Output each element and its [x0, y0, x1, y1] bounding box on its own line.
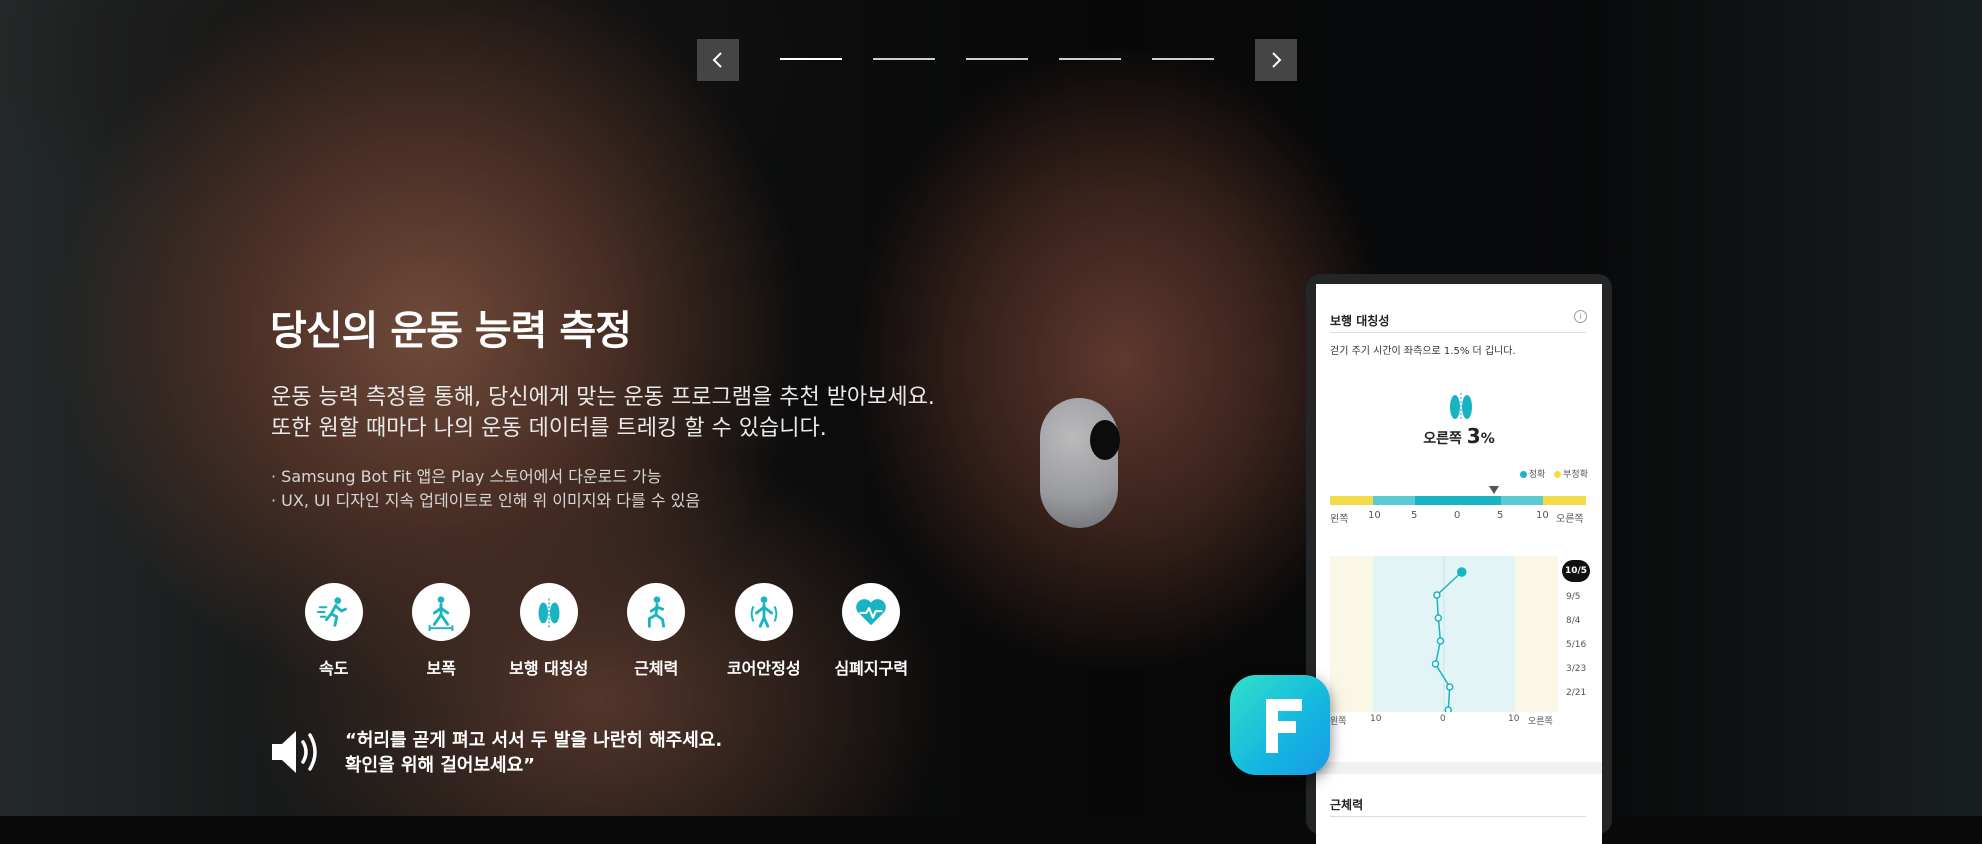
scale-marker — [1489, 486, 1499, 494]
section-subtitle: 걷기 주기 시간이 좌측으로 1.5% 더 깁니다. — [1330, 346, 1516, 357]
date-item[interactable]: 8/4 — [1566, 616, 1580, 626]
feature-muscle-strength: 근체력 — [603, 583, 711, 679]
footnote: · UX, UI 디자인 지속 업데이트로 인해 위 이미지와 다를 수 있음 — [271, 491, 701, 510]
feature-label: 코어안정성 — [726, 659, 801, 678]
feature-label: 속도 — [319, 659, 349, 678]
scale-segment — [1415, 496, 1459, 505]
scale-label: 5 — [1497, 510, 1504, 521]
legend-label: 정확 — [1528, 470, 1546, 480]
page-title: 당신의 운동 능력 측정 — [270, 308, 632, 354]
scale-segment — [1543, 496, 1587, 505]
result-readout: 오른쪽 3% — [1316, 424, 1602, 448]
trend-point — [1436, 637, 1445, 645]
scale-segment — [1458, 496, 1501, 505]
description: 운동 능력 측정을 통해, 당신에게 맞는 운동 프로그램을 추천 받아보세요.… — [271, 382, 935, 444]
trend-axis-label: 오른쪽 — [1528, 717, 1553, 727]
speaker-icon — [272, 731, 317, 773]
carousel-indicator-4[interactable] — [1059, 58, 1121, 60]
app-logo-icon — [1230, 675, 1330, 775]
trend-point — [1434, 614, 1443, 622]
date-item[interactable]: 3/23 — [1566, 664, 1586, 674]
scale-label: 10 — [1536, 510, 1549, 521]
scale-label: 5 — [1411, 510, 1418, 521]
feature-label: 보행 대칭성 — [509, 659, 589, 678]
feature-gait-symmetry: 보행 대칭성 — [495, 583, 603, 679]
trend-point — [1445, 683, 1454, 691]
scale-label: 왼쪽 — [1330, 514, 1349, 525]
carousel-next-button[interactable] — [1255, 39, 1297, 81]
legend-inaccurate-dot — [1554, 471, 1562, 478]
date-item[interactable]: 9/5 — [1566, 592, 1580, 602]
scale-label: 10 — [1368, 510, 1381, 521]
date-item[interactable]: 2/21 — [1566, 688, 1586, 698]
voice-prompt-line: “허리를 곧게 펴고 서서 두 발을 나란히 해주세요. — [345, 730, 723, 751]
trend-axis-label: 0 — [1440, 714, 1446, 724]
lunge-icon — [627, 583, 686, 641]
symmetry-scale-bar — [1330, 496, 1587, 505]
carousel-prev-button[interactable] — [697, 39, 739, 81]
feature-label: 근체력 — [634, 659, 679, 678]
divider — [1330, 332, 1586, 333]
date-item[interactable]: 5/16 — [1566, 640, 1586, 650]
voice-prompt-line: 확인을 위해 걸어보세요” — [345, 755, 535, 776]
chevron-left-icon — [712, 52, 722, 68]
next-section-title: 근체력 — [1330, 798, 1364, 812]
stride-icon — [412, 583, 471, 641]
divider — [1330, 816, 1586, 817]
trend-point — [1457, 567, 1467, 577]
footnotes: · Samsung Bot Fit 앱은 Play 스토어에서 다운로드 가능 … — [271, 465, 700, 513]
feature-label: 보폭 — [426, 659, 456, 678]
heart-rate-icon — [842, 583, 901, 641]
voice-prompt: “허리를 곧게 펴고 서서 두 발을 나란히 해주세요. 확인을 위해 걸어보세… — [345, 728, 722, 778]
scale-label: 오른쪽 — [1556, 514, 1584, 525]
trend-point — [1444, 706, 1453, 712]
feature-stride: 보폭 — [388, 583, 496, 679]
footprints-icon — [1450, 393, 1472, 421]
phone-mockup: 보행 대칭성 i 걷기 주기 시간이 좌측으로 1.5% 더 깁니다. 오른쪽 … — [1306, 274, 1612, 844]
section-gap — [1316, 762, 1602, 774]
carousel-indicator-1[interactable] — [780, 58, 842, 60]
core-stability-icon — [734, 583, 793, 641]
footnote: · Samsung Bot Fit 앱은 Play 스토어에서 다운로드 가능 — [271, 467, 662, 486]
footprints-icon — [519, 583, 578, 641]
scale-label: 0 — [1454, 510, 1461, 521]
carousel-indicator-3[interactable] — [966, 58, 1028, 60]
legend-accurate-dot — [1519, 471, 1527, 478]
phone-screen: 보행 대칭성 i 걷기 주기 시간이 좌측으로 1.5% 더 깁니다. 오른쪽 … — [1316, 284, 1602, 844]
feature-label: 심폐지구력 — [834, 659, 909, 678]
info-icon: i — [1574, 310, 1587, 323]
trend-axis-label: 왼쪽 — [1330, 717, 1347, 727]
trend-point — [1433, 591, 1441, 599]
feature-speed: 속도 — [280, 583, 388, 679]
scale-segment — [1500, 496, 1544, 505]
description-line: 또한 원할 때마다 나의 운동 데이터를 트레킹 할 수 있습니다. — [271, 416, 827, 441]
scale-segment — [1330, 496, 1373, 505]
section-title: 보행 대칭성 — [1330, 314, 1390, 328]
result-side: 오른쪽 — [1423, 431, 1462, 447]
legend-label: 부정확 — [1563, 470, 1588, 480]
result-unit: % — [1480, 431, 1495, 447]
legend: 정확 부정확 — [1514, 467, 1588, 480]
date-item[interactable]: 10/5 — [1562, 560, 1591, 582]
carousel-indicator-5[interactable] — [1152, 58, 1214, 60]
feature-cardio: 심폐지구력 — [818, 583, 926, 679]
feature-list: 속도 보폭 보행 대칭성 근체력 코어안정성 심폐지구력 — [280, 583, 925, 679]
description-line: 운동 능력 측정을 통해, 당신에게 맞는 운동 프로그램을 추천 받아보세요. — [271, 385, 935, 410]
result-value: 3 — [1466, 424, 1481, 448]
trend-axis-label: 10 — [1508, 714, 1520, 724]
feature-core-stability: 코어안정성 — [710, 583, 818, 679]
symmetry-trend-chart — [1330, 556, 1558, 712]
chevron-right-icon — [1272, 52, 1282, 68]
running-icon — [304, 583, 363, 641]
trend-axis-label: 10 — [1370, 714, 1382, 724]
carousel-indicator-2[interactable] — [873, 58, 935, 60]
trend-point — [1431, 660, 1440, 668]
scale-segment — [1372, 496, 1416, 505]
